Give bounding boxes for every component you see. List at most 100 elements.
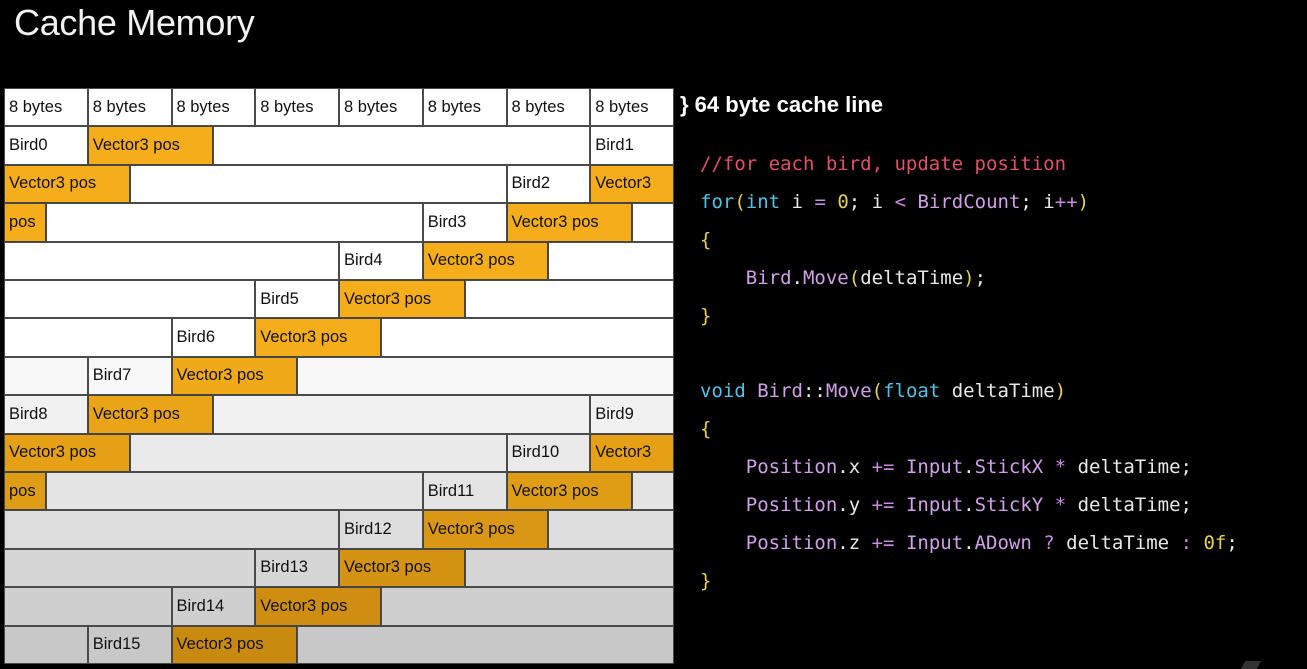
- header-cell: 8 bytes: [339, 88, 423, 127]
- code-token: deltaTime;: [1066, 456, 1192, 479]
- code-token: deltaTime: [940, 380, 1055, 403]
- header-cell: 8 bytes: [4, 88, 88, 127]
- code-token: StickX: [974, 456, 1044, 479]
- empty-cell: [4, 587, 172, 626]
- code-token: for: [700, 190, 735, 213]
- code-line: }: [700, 563, 1238, 601]
- vector3-pos-cell: Vector3: [590, 433, 674, 472]
- code-token: *: [1054, 494, 1067, 517]
- vector3-pos-cell: Vector3 pos: [171, 625, 298, 664]
- code-token: ): [1077, 190, 1090, 213]
- vector3-pos-cell: Vector3 pos: [4, 433, 130, 472]
- code-line: }: [700, 298, 1238, 336]
- code-token: {: [700, 228, 712, 251]
- code-line: Position.x += Input.StickX * deltaTime;: [700, 449, 1238, 487]
- empty-cell: [380, 318, 674, 357]
- code-line: Position.z += Input.ADown ? deltaTime : …: [700, 525, 1238, 563]
- vector3-pos-cell: pos: [4, 203, 46, 242]
- code-token: }: [700, 304, 712, 327]
- empty-cell: [297, 625, 674, 664]
- code-token: Move: [825, 380, 872, 403]
- code-token: ): [1054, 380, 1067, 403]
- code-token: +=: [871, 456, 895, 479]
- code-token: int: [745, 190, 781, 213]
- vector3-pos-cell: Vector3 pos: [422, 510, 549, 549]
- code-token: ?: [1043, 531, 1055, 554]
- bird-cell: Bird1: [590, 126, 674, 165]
- code-token: Input: [905, 531, 964, 554]
- code-token: .: [963, 456, 975, 479]
- code-token: Bird: [757, 380, 803, 403]
- code-token: {: [700, 418, 712, 441]
- empty-cell: [548, 510, 674, 549]
- code-token: ++: [1054, 190, 1078, 213]
- empty-cell: [4, 510, 339, 549]
- vector3-pos-cell: Vector3: [590, 164, 674, 204]
- vector3-pos-cell: Vector3 pos: [171, 356, 298, 396]
- empty-cell: [4, 356, 88, 396]
- code-token: 0f: [1203, 531, 1227, 554]
- code-token: Input: [905, 456, 964, 479]
- vector3-pos-cell: Vector3 pos: [87, 395, 214, 434]
- code-token: ADown: [974, 531, 1032, 554]
- slide-title: Cache Memory: [14, 2, 255, 43]
- bird-cell: Bird9: [590, 395, 674, 434]
- vector3-pos-cell: Vector3 pos: [506, 203, 633, 242]
- code-token: deltaTime: [1054, 531, 1181, 554]
- bird-cell: Bird13: [255, 548, 339, 588]
- empty-cell: [464, 280, 674, 319]
- empty-cell: [129, 433, 507, 472]
- code-token: ): [963, 266, 975, 289]
- vector3-pos-cell: pos: [4, 472, 46, 511]
- header-cell: 8 bytes: [87, 88, 172, 127]
- bird-cell: Bird10: [506, 433, 591, 472]
- code-token: .z: [837, 531, 872, 554]
- code-token: deltaTime;: [1066, 494, 1192, 517]
- code-token: ; i: [1020, 190, 1055, 213]
- code-token: .: [963, 494, 975, 517]
- code-token: 0: [837, 190, 849, 213]
- header-cell: 8 bytes: [255, 88, 339, 127]
- code-token: }: [700, 569, 712, 592]
- code-line: void Bird::Move(float deltaTime): [700, 373, 1238, 411]
- header-cell: 8 bytes: [590, 88, 674, 127]
- empty-cell: [632, 203, 674, 242]
- code-token: .y: [837, 494, 872, 517]
- code-token: (: [848, 266, 861, 289]
- empty-cell: [632, 472, 674, 511]
- code-token: (: [734, 190, 746, 213]
- code-token: Move: [802, 266, 849, 289]
- empty-cell: [213, 395, 591, 434]
- code-token: void: [700, 380, 746, 403]
- cache-line-label: } 64 byte cache line: [680, 92, 883, 117]
- code-token: ::: [802, 380, 826, 403]
- code-token: Position: [745, 531, 838, 554]
- empty-cell: [4, 548, 256, 588]
- empty-cell: [4, 280, 256, 319]
- empty-cell: [4, 241, 339, 280]
- code-token: Position: [745, 456, 838, 479]
- code-block: //for each bird, update position for(int …: [700, 146, 1238, 601]
- code-line: Bird.Move(deltaTime);: [700, 260, 1238, 298]
- empty-cell: [45, 472, 423, 511]
- bird-cell: Bird3: [422, 203, 507, 242]
- code-token: .: [791, 266, 803, 289]
- code-token: BirdCount: [917, 190, 1021, 213]
- vector3-pos-cell: Vector3 pos: [4, 164, 130, 204]
- empty-cell: [4, 625, 88, 664]
- code-token: Input: [905, 494, 964, 517]
- vector3-pos-cell: Vector3 pos: [87, 126, 214, 165]
- code-token: <: [894, 190, 907, 213]
- header-cell: 8 bytes: [171, 88, 256, 127]
- cache-memory-grid: 8 bytes 8 bytes 8 bytes 8 bytes 8 bytes 8 byt…: [4, 88, 674, 665]
- empty-cell: [4, 318, 172, 357]
